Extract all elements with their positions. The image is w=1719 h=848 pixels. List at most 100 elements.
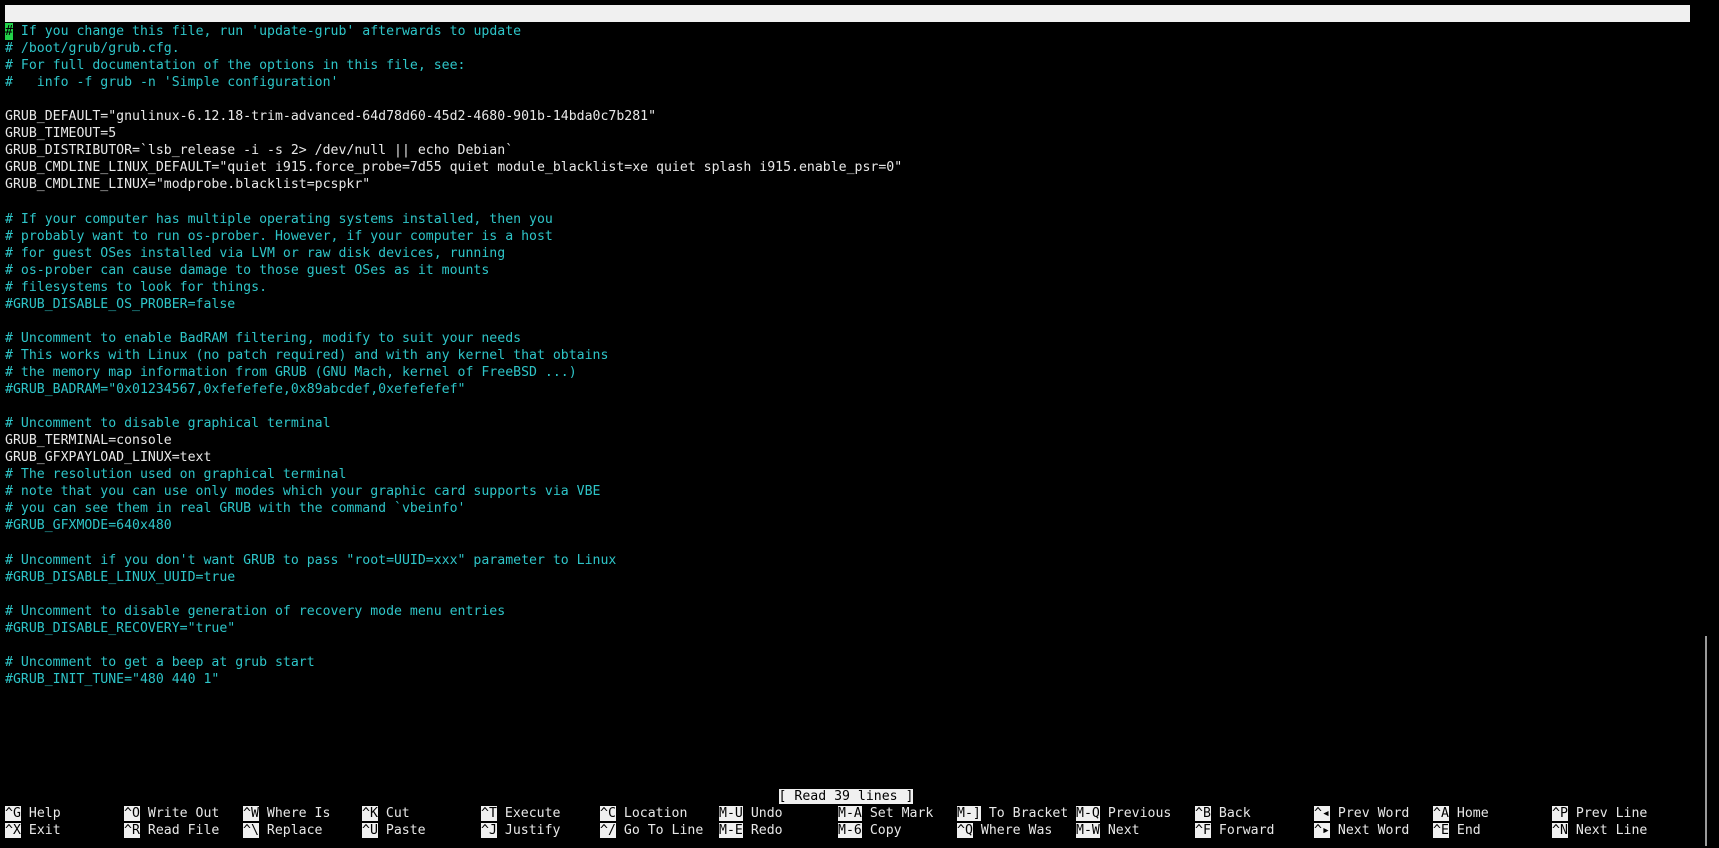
shortcut-next-word[interactable]: ^▸ Next Word <box>1314 822 1409 839</box>
shortcut-back[interactable]: ^B Back <box>1195 805 1251 822</box>
shortcut-key: ^W <box>243 806 259 821</box>
shortcut-set-mark[interactable]: M-A Set Mark <box>838 805 933 822</box>
editor-line-text: # Uncomment to enable BadRAM filtering, … <box>5 330 522 346</box>
editor-line: # info -f grub -n 'Simple configuration' <box>5 74 338 91</box>
editor-line-text: # This works with Linux (no patch requir… <box>5 347 609 363</box>
editor-line-text: # the memory map information from GRUB (… <box>5 365 577 380</box>
shortcut-help[interactable]: ^G Help <box>5 805 61 822</box>
shortcut-key: M-Q <box>1076 806 1100 821</box>
shortcut-cut[interactable]: ^K Cut <box>362 805 410 822</box>
shortcut-go-to-line[interactable]: ^/ Go To Line <box>600 822 703 839</box>
editor-line: #GRUB_DISABLE_RECOVERY="true" <box>5 620 235 637</box>
shortcut-label: Set Mark <box>869 806 934 821</box>
shortcut-label: Justify <box>504 823 561 838</box>
shortcut-redo[interactable]: M-E Redo <box>719 822 783 839</box>
shortcut-label: Forward <box>1218 823 1275 838</box>
editor-line: # If your computer has multiple operatin… <box>5 211 553 228</box>
shortcut-key: ^N <box>1552 823 1568 838</box>
editor-line-text: # /boot/grub/grub.cfg. <box>5 41 180 57</box>
shortcut-label: Next Line <box>1575 823 1648 838</box>
editor-line-text: #GRUB_DISABLE_RECOVERY="true" <box>5 620 236 636</box>
editor-line: # you can see them in real GRUB with the… <box>5 500 466 517</box>
editor-line: GRUB_CMDLINE_LINUX="modprobe.blacklist=p… <box>5 176 370 193</box>
editor-line: # the memory map information from GRUB (… <box>5 364 577 381</box>
shortcut-key: M-6 <box>838 823 862 838</box>
shortcut-label: Write Out <box>147 806 220 821</box>
shortcut-write-out[interactable]: ^O Write Out <box>124 805 219 822</box>
editor-line: GRUB_DISTRIBUTOR=`lsb_release -i -s 2> /… <box>5 142 513 159</box>
shortcut-label: Next <box>1107 823 1140 838</box>
shortcut-replace[interactable]: ^\ Replace <box>243 822 322 839</box>
editor-line: GRUB_GFXPAYLOAD_LINUX=text <box>5 449 211 466</box>
shortcut-label: Read File <box>147 823 220 838</box>
shortcut-next[interactable]: M-W Next <box>1076 822 1140 839</box>
shortcut-key: ^A <box>1433 806 1449 821</box>
shortcut-key: M-U <box>719 806 743 821</box>
shortcut-read-file[interactable]: ^R Read File <box>124 822 219 839</box>
editor-line: # The resolution used on graphical termi… <box>5 466 346 483</box>
editor-line-text: # for guest OSes installed via LVM or ra… <box>5 245 506 261</box>
shortcut-home[interactable]: ^A Home <box>1433 805 1489 822</box>
shortcut-execute[interactable]: ^T Execute <box>481 805 560 822</box>
editor-line-text: #GRUB_DISABLE_OS_PROBER=false <box>5 296 236 312</box>
shortcut-key: ^/ <box>600 823 616 838</box>
shortcut-justify[interactable]: ^J Justify <box>481 822 560 839</box>
shortcut-label: Redo <box>750 823 783 838</box>
nano-editor[interactable]: GNU nano 7.2 /etc/default/grub # If you … <box>0 0 1692 848</box>
shortcut-to-bracket[interactable]: M-] To Bracket <box>957 805 1068 822</box>
status-bar: [ Read 39 lines ] <box>0 788 1692 805</box>
shortcut-prev-line[interactable]: ^P Prev Line <box>1552 805 1647 822</box>
editor-line: # Uncomment to get a beep at grub start <box>5 654 315 671</box>
shortcut-location[interactable]: ^C Location <box>600 805 687 822</box>
shortcut-label: Go To Line <box>623 823 704 838</box>
editor-line: GRUB_TERMINAL=console <box>5 432 172 449</box>
shortcut-key: ^B <box>1195 806 1211 821</box>
editor-line-text: GRUB_DEFAULT="gnulinux-6.12.18-trim-adva… <box>5 109 657 125</box>
shortcut-where-is[interactable]: ^W Where Is <box>243 805 330 822</box>
shortcut-label: Home <box>1456 806 1489 821</box>
shortcut-label: Prev Line <box>1575 806 1648 821</box>
shortcut-key: ^C <box>600 806 616 821</box>
editor-line: # For full documentation of the options … <box>5 57 466 74</box>
shortcut-prev-word[interactable]: ^◂ Prev Word <box>1314 805 1409 822</box>
editor-line-text: GRUB_CMDLINE_LINUX="modprobe.blacklist=p… <box>5 177 371 193</box>
shortcut-label: Exit <box>28 823 61 838</box>
scrollbar[interactable] <box>1692 0 1719 848</box>
editor-line-text: # note that you can use only modes which… <box>5 484 601 500</box>
shortcut-exit[interactable]: ^X Exit <box>5 822 61 839</box>
editor-line-text: # For full documentation of the options … <box>5 58 466 74</box>
scrollbar-thumb[interactable] <box>1705 636 1707 846</box>
shortcut-undo[interactable]: M-U Undo <box>719 805 783 822</box>
editor-line: # Uncomment if you don't want GRUB to pa… <box>5 552 616 569</box>
shortcut-key: ^O <box>124 806 140 821</box>
editor-line: # If you change this file, run 'update-g… <box>5 23 521 40</box>
editor-line-text: # Uncomment to get a beep at grub start <box>5 654 315 670</box>
shortcut-paste[interactable]: ^U Paste <box>362 822 426 839</box>
shortcut-key: ^T <box>481 806 497 821</box>
shortcut-label: End <box>1456 823 1481 838</box>
shortcut-copy[interactable]: M-6 Copy <box>838 822 902 839</box>
shortcut-key: ^P <box>1552 806 1568 821</box>
title-bar: GNU nano 7.2 /etc/default/grub <box>5 5 1690 55</box>
editor-line-text: # Uncomment to disable generation of rec… <box>5 603 506 619</box>
editor-line-text: #GRUB_GFXMODE=640x480 <box>5 518 172 534</box>
editor-line: #GRUB_DISABLE_LINUX_UUID=true <box>5 569 235 586</box>
shortcut-where-was[interactable]: ^Q Where Was <box>957 822 1052 839</box>
shortcut-end[interactable]: ^E End <box>1433 822 1481 839</box>
editor-line-text: If you change this file, run 'update-gru… <box>12 24 522 39</box>
editor-line: # filesystems to look for things. <box>5 279 267 296</box>
shortcut-key: ^\ <box>243 823 259 838</box>
shortcut-label: Where Was <box>980 823 1053 838</box>
editor-line-text: # filesystems to look for things. <box>5 279 268 295</box>
shortcut-key: ^E <box>1433 823 1449 838</box>
editor-line: #GRUB_GFXMODE=640x480 <box>5 517 172 534</box>
shortcut-key: ^◂ <box>1314 806 1330 821</box>
shortcut-previous[interactable]: M-Q Previous <box>1076 805 1171 822</box>
editor-line-text: # probably want to run os-prober. Howeve… <box>5 228 553 244</box>
shortcut-label: To Bracket <box>988 806 1069 821</box>
editor-line: # for guest OSes installed via LVM or ra… <box>5 245 505 262</box>
text-cursor: # <box>5 23 13 40</box>
shortcut-forward[interactable]: ^F Forward <box>1195 822 1274 839</box>
shortcut-next-line[interactable]: ^N Next Line <box>1552 822 1647 839</box>
shortcut-label: Help <box>28 806 61 821</box>
